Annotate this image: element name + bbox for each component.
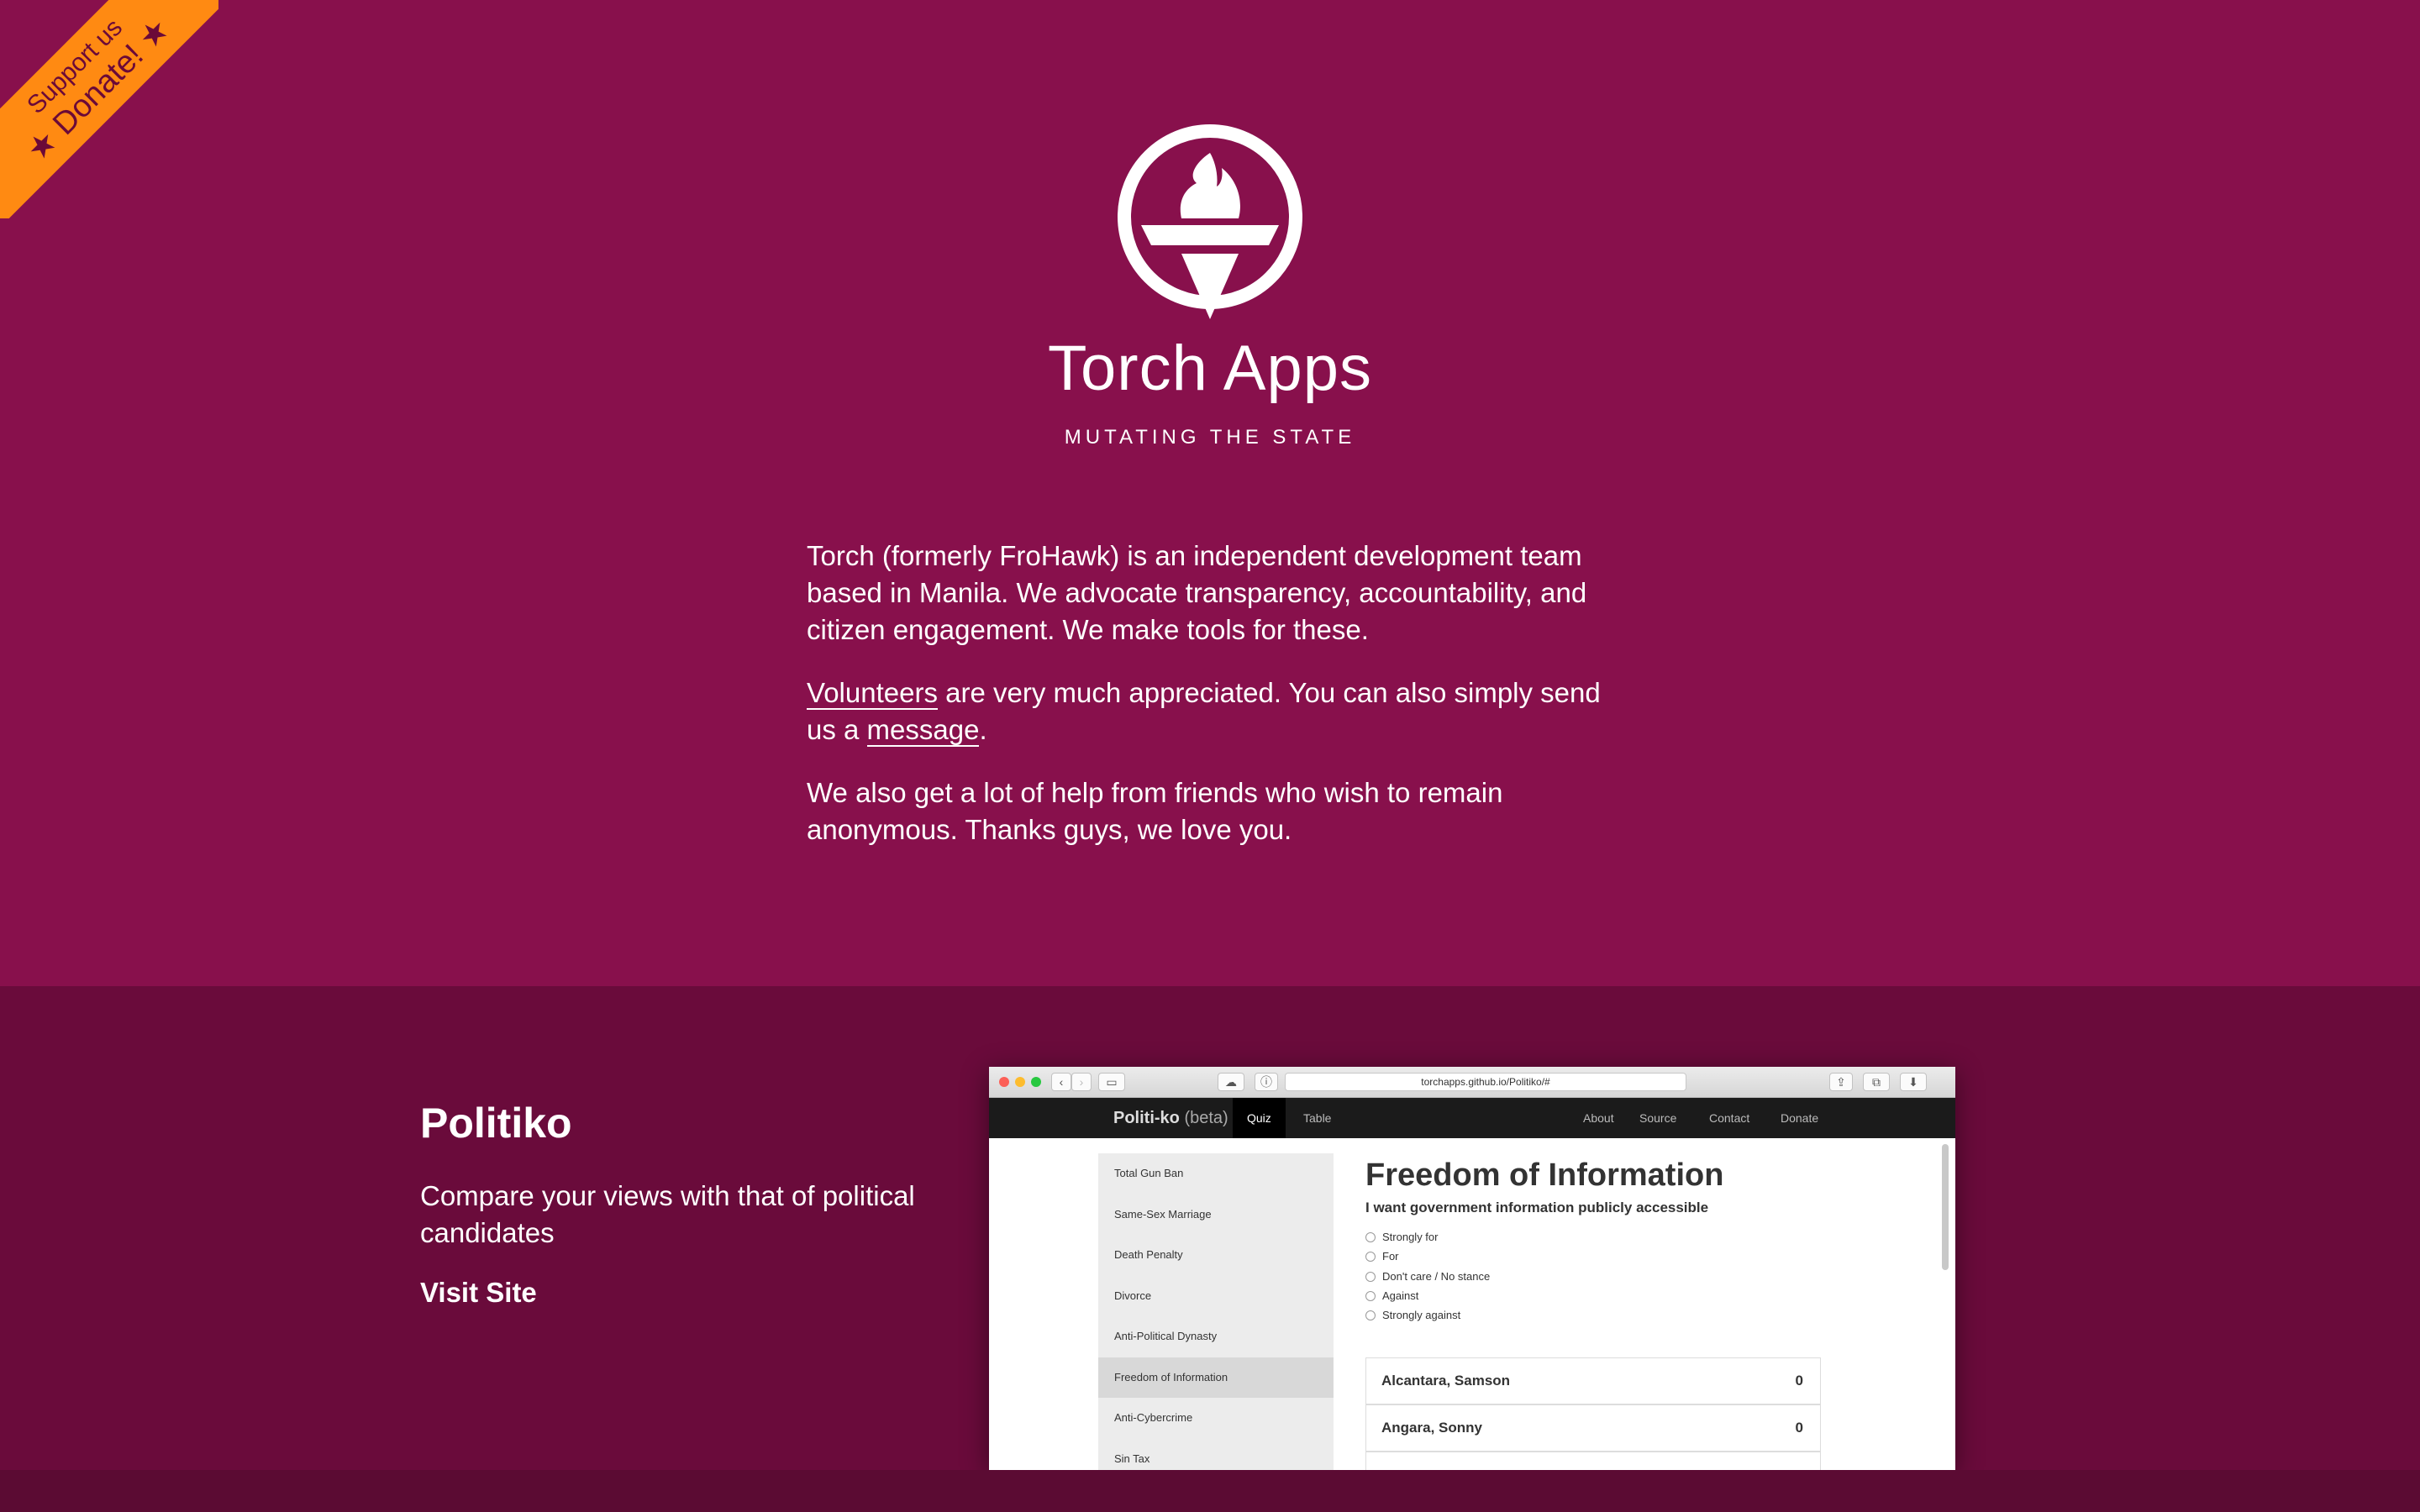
sidebar-item: Divorce bbox=[1114, 1289, 1152, 1302]
sidebar-item: Anti-Political Dynasty bbox=[1114, 1330, 1218, 1342]
project-screenshot: ‹ › ▭ ☁ ⓘ torchapps.github.io/Politiko/#… bbox=[989, 1067, 1955, 1470]
browser-toolbar: ‹ › ▭ ☁ ⓘ torchapps.github.io/Politiko/#… bbox=[989, 1067, 1955, 1098]
candidate-score: 0 bbox=[1795, 1420, 1803, 1436]
info-icon: ⓘ bbox=[1255, 1073, 1278, 1091]
hero-section: Torch Apps MUTATING THE STATE Torch (for… bbox=[0, 0, 2420, 986]
question-subtitle: I want government information publicly a… bbox=[1365, 1200, 1709, 1215]
minimize-dot-icon bbox=[1015, 1077, 1025, 1087]
answer-option: Don't care / No stance bbox=[1365, 1269, 1490, 1284]
project-section: Politiko Compare your views with that of… bbox=[0, 986, 2420, 1470]
app-navbar: Politi-ko (beta) Quiz Table About Source… bbox=[989, 1098, 1955, 1138]
candidate-name: Alcantara, Samson bbox=[1381, 1373, 1511, 1389]
donate-ribbon-band[interactable]: Support us ★ Donate! ★ bbox=[0, 0, 218, 218]
download-icon: ⬇ bbox=[1900, 1073, 1927, 1091]
candidate-name: Angara, Sonny bbox=[1381, 1420, 1482, 1436]
intro-text: Torch (formerly FroHawk) is an independe… bbox=[807, 538, 1630, 874]
radio-icon bbox=[1365, 1310, 1376, 1320]
question-title: Freedom of Information bbox=[1365, 1158, 1724, 1193]
answer-label: For bbox=[1382, 1250, 1399, 1263]
answer-label: Strongly against bbox=[1382, 1309, 1461, 1321]
answer-option: Strongly for bbox=[1365, 1230, 1438, 1245]
tab-table: Table bbox=[1303, 1111, 1332, 1125]
answer-option: Strongly against bbox=[1365, 1308, 1460, 1323]
url-bar: torchapps.github.io/Politiko/# bbox=[1285, 1073, 1686, 1091]
sidebar-item-active: Freedom of Information bbox=[1098, 1357, 1334, 1398]
radio-icon bbox=[1365, 1231, 1376, 1242]
brand-suffix: (beta) bbox=[1179, 1109, 1228, 1127]
answer-option: Against bbox=[1365, 1289, 1418, 1304]
sidebar-item: Sin Tax bbox=[1114, 1452, 1150, 1465]
page-tagline: MUTATING THE STATE bbox=[1064, 426, 1356, 449]
radio-icon bbox=[1365, 1271, 1376, 1282]
app-brand: Politi-ko (beta) bbox=[1113, 1109, 1228, 1128]
sidebar-item: Same-Sex Marriage bbox=[1114, 1207, 1212, 1221]
intro-paragraph: Volunteers are very much appreciated. Yo… bbox=[807, 675, 1630, 748]
radio-icon bbox=[1365, 1290, 1376, 1301]
sidebar-item: Total Gun Ban bbox=[1114, 1167, 1184, 1179]
answer-label: Against bbox=[1382, 1289, 1419, 1302]
forward-icon: › bbox=[1071, 1073, 1092, 1091]
sidebar-toggle-icon: ▭ bbox=[1098, 1073, 1125, 1091]
nav-about: About bbox=[1583, 1111, 1614, 1125]
project-title: Politiko bbox=[420, 1100, 572, 1147]
candidate-score: 0 bbox=[1795, 1373, 1803, 1389]
project-description: Compare your views with that of politica… bbox=[420, 1180, 915, 1248]
brand-name: Politi-ko bbox=[1113, 1109, 1180, 1127]
scrollbar-thumb bbox=[1942, 1144, 1949, 1270]
message-link[interactable]: message bbox=[866, 714, 980, 747]
sidebar-item: Death Penalty bbox=[1114, 1248, 1183, 1261]
intro-text-fragment: . bbox=[979, 714, 987, 745]
donate-ribbon[interactable]: Support us ★ Donate! ★ bbox=[0, 0, 218, 218]
candidate-row: Alcantara, Samson 0 bbox=[1365, 1357, 1821, 1404]
nav-contact: Contact bbox=[1709, 1111, 1750, 1125]
intro-paragraph: We also get a lot of help from friends w… bbox=[807, 777, 1503, 845]
topic-sidebar: Total Gun Ban Same-Sex Marriage Death Pe… bbox=[1098, 1153, 1334, 1470]
radio-icon bbox=[1365, 1251, 1376, 1262]
intro-paragraph: Torch (formerly FroHawk) is an independe… bbox=[807, 540, 1587, 645]
page-title: Torch Apps bbox=[1048, 333, 1372, 404]
maximize-dot-icon bbox=[1031, 1077, 1041, 1087]
footer-band bbox=[0, 1470, 2420, 1512]
share-icon: ⇪ bbox=[1829, 1073, 1853, 1091]
cloud-icon: ☁ bbox=[1218, 1073, 1244, 1091]
candidate-row: Angara, Sonny 0 bbox=[1365, 1404, 1821, 1452]
nav-source: Source bbox=[1639, 1111, 1677, 1125]
answer-label: Don't care / No stance bbox=[1382, 1270, 1491, 1283]
tab-quiz: Quiz bbox=[1233, 1098, 1286, 1138]
torch-logo-icon bbox=[1118, 124, 1302, 319]
candidate-row bbox=[1365, 1452, 1821, 1470]
answer-label: Strongly for bbox=[1382, 1231, 1439, 1243]
nav-donate: Donate bbox=[1781, 1111, 1819, 1125]
volunteers-link[interactable]: Volunteers bbox=[807, 677, 938, 710]
visit-site-link[interactable]: Visit Site bbox=[420, 1277, 537, 1309]
back-icon: ‹ bbox=[1051, 1073, 1071, 1091]
sidebar-item: Anti-Cybercrime bbox=[1114, 1411, 1193, 1424]
close-dot-icon bbox=[999, 1077, 1009, 1087]
tabs-icon: ⧉ bbox=[1863, 1073, 1890, 1091]
answer-option: For bbox=[1365, 1249, 1399, 1264]
